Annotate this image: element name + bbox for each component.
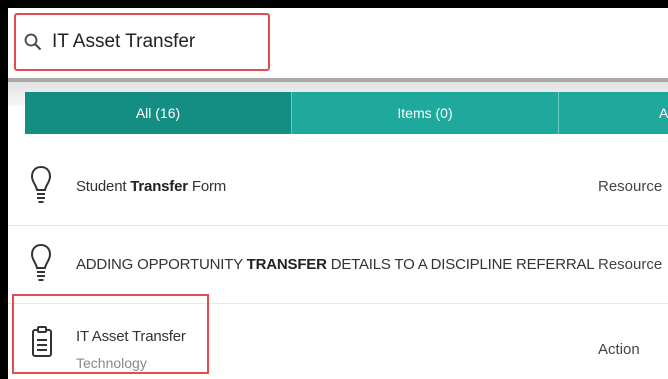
- tab-items[interactable]: Items (0): [292, 92, 558, 134]
- result-type: Resource: [598, 256, 663, 273]
- result-title[interactable]: ADDING OPPORTUNITY TRANSFER DETAILS TO A…: [76, 256, 595, 273]
- title-text: Form: [187, 178, 227, 195]
- list-item[interactable]: Student Transfer Form Resource: [8, 148, 668, 226]
- title-text: ADDING OPPORTUNITY: [76, 256, 247, 273]
- search-bar: [8, 8, 668, 82]
- title-match: TRANSFER: [246, 256, 327, 273]
- lightbulb-icon: [30, 243, 52, 281]
- tab-all-label: All (16): [135, 105, 181, 121]
- result-category: Technology: [76, 355, 147, 371]
- clipboard-icon: [32, 326, 52, 357]
- title-match: Transfer: [130, 178, 188, 195]
- title-text: DETAILS TO A DISCIPLINE REFERRAL: [326, 256, 595, 273]
- tab-all[interactable]: All (16): [25, 92, 291, 134]
- result-tabs: All (16) Items (0) A: [25, 92, 668, 134]
- tab-actions[interactable]: A: [559, 92, 668, 134]
- search-input[interactable]: [52, 28, 252, 56]
- list-item[interactable]: IT Asset Transfer Technology Action: [8, 304, 668, 379]
- title-text: Student: [76, 178, 131, 195]
- result-title[interactable]: Student Transfer Form: [76, 178, 226, 195]
- lightbulb-icon: [30, 165, 52, 203]
- search-icon[interactable]: [24, 33, 42, 51]
- tab-items-label: Items (0): [397, 105, 453, 121]
- app-window: All (16) Items (0) A Student Transfer Fo…: [8, 8, 668, 379]
- result-type: Action: [598, 341, 640, 358]
- list-item[interactable]: ADDING OPPORTUNITY TRANSFER DETAILS TO A…: [8, 226, 668, 304]
- tab-actions-label: A: [659, 105, 668, 121]
- result-title[interactable]: IT Asset Transfer: [76, 328, 186, 345]
- result-type: Resource: [598, 178, 663, 195]
